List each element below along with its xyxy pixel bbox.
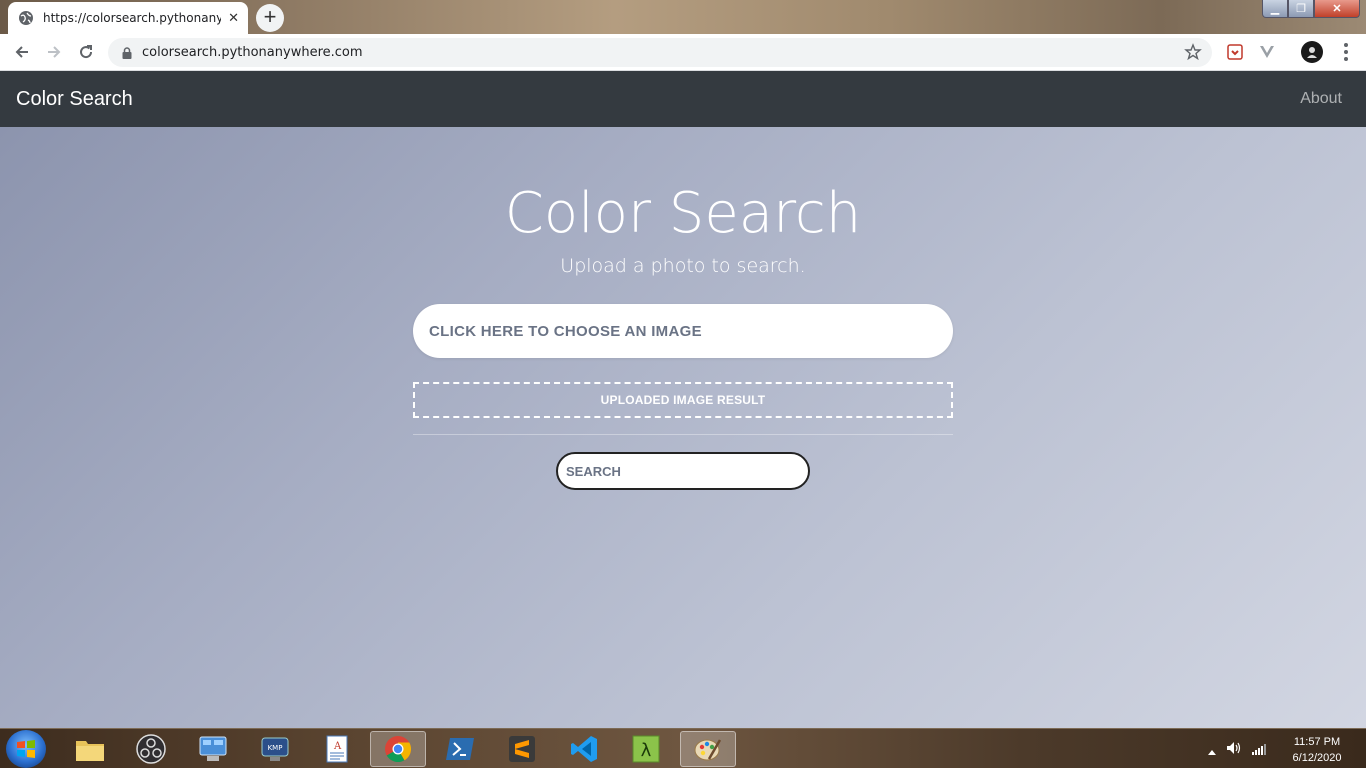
- page-content: Color Search About Color Search Upload a…: [0, 71, 1366, 728]
- minimize-icon[interactable]: ▁: [1262, 0, 1288, 18]
- page-subtitle: Upload a photo to search.: [560, 255, 806, 277]
- paint-icon[interactable]: [680, 731, 736, 767]
- pocket-extension-icon[interactable]: [1226, 43, 1244, 61]
- svg-text:λ: λ: [641, 740, 652, 761]
- volume-icon[interactable]: [1226, 741, 1242, 760]
- profile-avatar[interactable]: [1301, 41, 1323, 63]
- page-title: Color Search: [504, 181, 862, 246]
- chrome-icon[interactable]: [370, 731, 426, 767]
- globe-icon: [18, 10, 34, 26]
- window-controls: ▁ ❐ ✕: [1262, 0, 1360, 18]
- navbar-brand[interactable]: Color Search: [16, 88, 133, 111]
- wordpad-icon[interactable]: A: [309, 731, 365, 767]
- kmplayer-icon[interactable]: KMP: [247, 731, 303, 767]
- lambda-app-icon[interactable]: λ: [618, 731, 674, 767]
- svg-text:A: A: [333, 741, 342, 752]
- show-hidden-icons-icon[interactable]: [1208, 742, 1216, 760]
- address-bar[interactable]: colorsearch.pythonanywhere.com: [108, 38, 1212, 67]
- nav-link-about[interactable]: About: [1300, 90, 1342, 108]
- choose-image-button[interactable]: CLICK HERE TO CHOOSE AN IMAGE: [413, 304, 953, 358]
- uploaded-image-result: UPLOADED IMAGE RESULT: [413, 382, 953, 418]
- control-panel-icon[interactable]: [185, 731, 241, 767]
- windows-logo-icon: [17, 740, 35, 758]
- reload-icon[interactable]: [74, 40, 98, 64]
- obs-studio-icon[interactable]: [123, 731, 179, 767]
- svg-text:KMP: KMP: [268, 744, 283, 752]
- vs-code-icon[interactable]: [556, 731, 612, 767]
- taskbar-clock[interactable]: 11:57 PM 6/12/2020: [1282, 734, 1352, 766]
- system-tray: [1208, 741, 1266, 760]
- sublime-text-icon[interactable]: [494, 731, 550, 767]
- new-tab-button[interactable]: +: [256, 4, 284, 32]
- browser-toolbar: colorsearch.pythonanywhere.com: [0, 34, 1366, 71]
- lock-icon: [120, 46, 134, 60]
- browser-menu-icon[interactable]: [1343, 43, 1349, 61]
- site-navbar: Color Search About: [0, 71, 1366, 127]
- browser-tab[interactable]: https://colorsearch.pythonanywhe ✕: [8, 2, 248, 34]
- powershell-icon[interactable]: [432, 731, 488, 767]
- restore-icon[interactable]: ❐: [1288, 0, 1314, 18]
- file-explorer-icon[interactable]: [62, 731, 118, 767]
- divider: [413, 434, 953, 435]
- network-signal-icon[interactable]: [1252, 742, 1266, 760]
- search-button[interactable]: SEARCH: [556, 452, 810, 490]
- bookmark-star-icon[interactable]: [1184, 43, 1202, 61]
- clock-time: 11:57 PM: [1293, 736, 1341, 748]
- url-text: colorsearch.pythonanywhere.com: [142, 45, 363, 60]
- back-icon[interactable]: [10, 40, 34, 64]
- tab-title: https://colorsearch.pythonanywhe: [43, 11, 221, 25]
- clock-date: 6/12/2020: [1292, 752, 1342, 764]
- close-window-icon[interactable]: ✕: [1314, 0, 1360, 18]
- forward-icon[interactable]: [42, 40, 66, 64]
- browser-titlebar: https://colorsearch.pythonanywhe ✕ + ▁ ❐…: [0, 0, 1366, 34]
- close-tab-icon[interactable]: ✕: [228, 10, 239, 26]
- taskbar: KMP A λ 11:57 PM 6/12/2020: [0, 728, 1366, 768]
- start-button[interactable]: [6, 730, 46, 768]
- vuejs-extension-icon[interactable]: [1258, 43, 1276, 61]
